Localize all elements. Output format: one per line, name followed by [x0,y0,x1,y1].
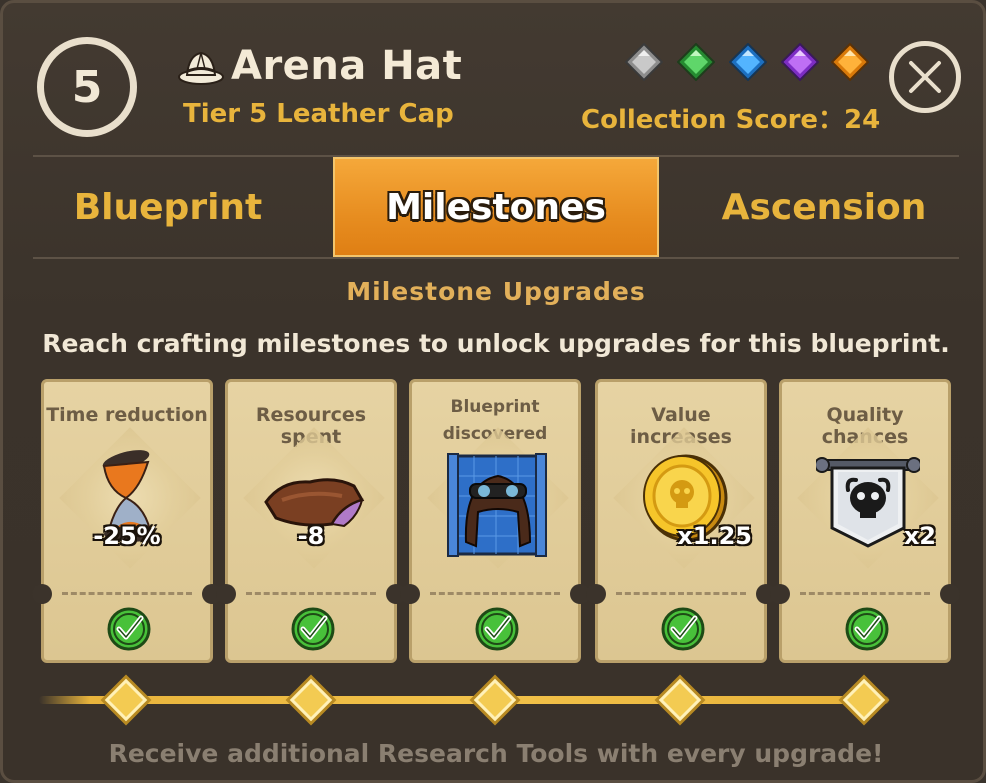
close-button[interactable] [889,41,961,113]
tab-blueprint[interactable]: Blueprint [3,157,333,257]
section-title: Milestone Upgrades [346,277,646,306]
milestone-value: -8 [297,522,325,550]
section-description: Reach crafting milestones to unlock upgr… [42,329,950,358]
silver-gem-icon [625,43,663,81]
milestone-label-line: Blueprint [450,397,540,417]
green-gem-icon [677,43,715,81]
item-subtitle: Tier 5 Leather Cap [183,99,454,129]
milestone-node [842,678,886,722]
card-perforation [62,592,192,595]
tab-label: Ascension [721,186,927,228]
card-notch [586,584,606,604]
card-notch [216,584,236,604]
tab-ascension[interactable]: Ascension [659,157,986,257]
close-icon [909,61,941,93]
item-title: Arena Hat [231,43,463,89]
tab-divider [33,257,959,259]
blue-gem-icon [729,43,767,81]
card-perforation [246,592,376,595]
tab-label: Blueprint [73,186,263,228]
card-notch [400,584,420,604]
item-detail-panel: 5 Arena Hat Tier 5 Leather Cap Collectio… [0,0,986,783]
footer-note: Receive additional Research Tools with e… [108,739,884,768]
milestone-card-quality-chances[interactable]: Quality chances x2 [770,379,960,663]
milestone-card-resources-spent[interactable]: Resources spent -8 [216,379,406,663]
milestone-node [473,678,517,722]
milestone-value: -25% [93,522,161,550]
milestone-value: x1.25 [677,522,752,550]
card-notch [940,584,960,604]
tier-number: 5 [71,61,103,113]
milestone-label: Time reduction [46,404,208,426]
tier-badge: 5 [37,37,137,137]
check-icon [845,607,889,651]
card-notch [32,584,52,604]
card-perforation [800,592,930,595]
milestone-value: x2 [903,522,936,550]
check-icon [291,607,335,651]
orange-gem-icon [831,43,869,81]
check-icon [475,607,519,651]
milestone-card-blueprint-discovered[interactable]: Blueprint discovered [400,379,590,663]
milestone-progress-track [39,696,889,704]
collection-score: Collection Score：24 [581,105,881,135]
card-perforation [430,592,560,595]
check-icon [661,607,705,651]
milestone-node [658,678,702,722]
tab-bar: Blueprint Milestones Ascension [3,157,986,257]
purple-gem-icon [781,43,819,81]
milestone-node [104,678,148,722]
milestone-card-value-increases[interactable]: Value increases x1.25 [586,379,776,663]
safari-hat-icon [178,51,224,85]
card-perforation [616,592,746,595]
milestone-card-time-reduction[interactable]: Time reduction -25% [32,379,222,663]
tab-label: Milestones [386,186,606,228]
milestone-node [289,678,333,722]
leather-cap-blueprint-icon [447,453,547,557]
tab-milestones[interactable]: Milestones [333,157,659,257]
card-notch [770,584,790,604]
gem-row [625,39,869,85]
check-icon [107,607,151,651]
